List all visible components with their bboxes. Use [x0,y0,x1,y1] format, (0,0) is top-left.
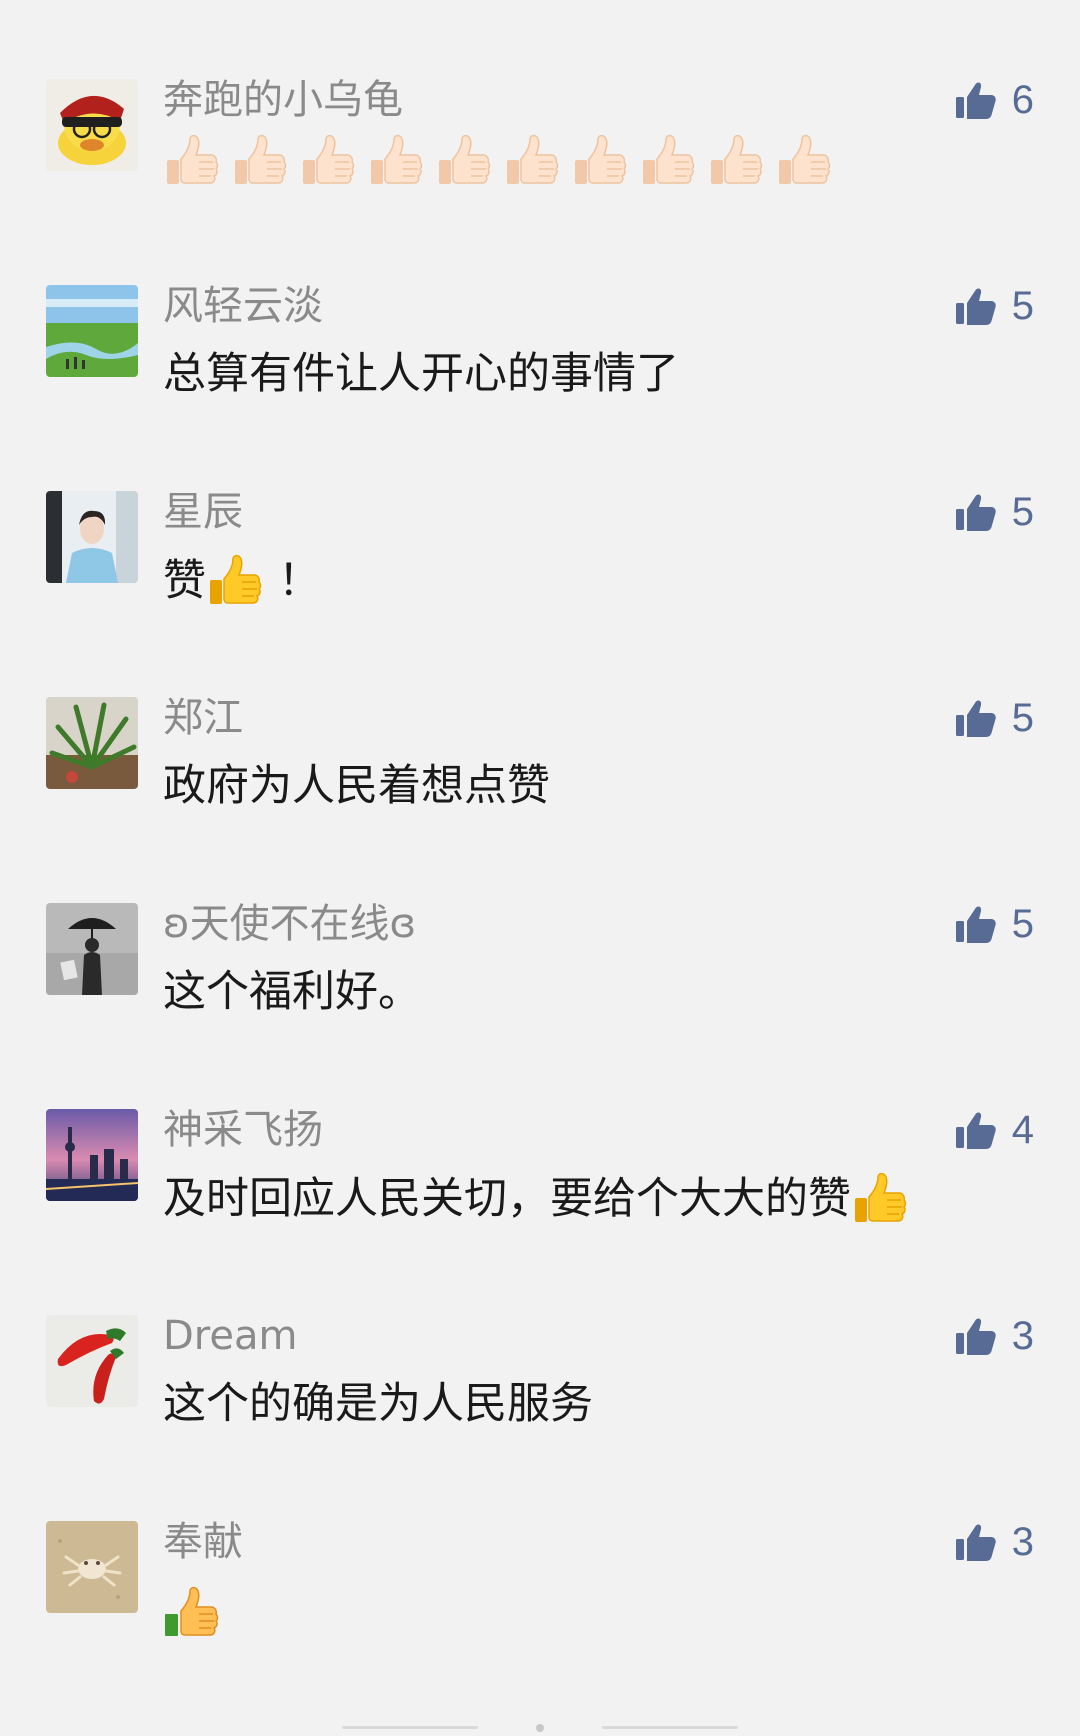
avatar[interactable] [46,1521,138,1613]
indicator-dot [536,1724,544,1732]
like-button[interactable]: 6 [954,74,1034,126]
like-count: 3 [1011,1313,1034,1358]
crab-on-sand-avatar-image [46,1521,138,1613]
thumbs-up-emoji [299,132,357,190]
like-button[interactable]: 3 [954,1310,1034,1362]
nickname[interactable]: 风轻云淡 [163,280,323,332]
thumbs-up-icon [954,78,998,122]
like-count: 5 [1011,489,1034,534]
comment-item: ʚ天使不在线ɞ 这个福利好。 5 [0,824,1080,1030]
nickname[interactable]: 星辰 [163,486,243,538]
like-count: 3 [1011,1519,1034,1564]
nickname[interactable]: ʚ天使不在线ɞ [163,898,416,950]
avatar[interactable] [46,1315,138,1407]
thumbs-up-emoji [503,132,561,190]
comment-content [163,1582,221,1642]
avatar[interactable] [46,79,138,171]
umbrella-avatar-image [46,903,138,995]
avatar[interactable] [46,903,138,995]
comment-text: ！ [278,556,321,606]
chili-pepper-avatar-image [46,1315,138,1407]
thumbs-up-emoji [206,552,264,610]
thumbs-up-emoji [639,132,697,190]
comment-item: 风轻云淡 总算有件让人开心的事情了 5 [0,206,1080,412]
nickname[interactable]: 奔跑的小乌龟 [163,74,403,126]
thumbs-up-icon [954,1108,998,1152]
like-button[interactable]: 5 [954,280,1034,332]
landscape-avatar-image [46,285,138,377]
indicator-segment [342,1726,478,1729]
comment-content: 及时回应人民关切，要给个大大的赞 [163,1170,909,1228]
thumbs-up-icon [954,1520,998,1564]
thumbs-up-icon [954,1314,998,1358]
like-button[interactable]: 5 [954,898,1034,950]
comment-content: 赞 ！ [163,552,321,610]
nickname[interactable]: 神采飞扬 [163,1104,323,1156]
thumbs-up-emoji [231,132,289,190]
page-indicator [0,1724,1080,1732]
like-count: 4 [1011,1107,1034,1152]
thumbs-up-emoji [163,132,221,190]
comment-item: 星辰 赞 ！ 5 [0,412,1080,618]
like-count: 5 [1011,283,1034,328]
thumbs-up-icon [954,490,998,534]
comment-item: Dream 这个的确是为人民服务 3 [0,1236,1080,1442]
city-skyline-avatar-image [46,1109,138,1201]
comment-text: 赞 [163,556,206,606]
like-count: 6 [1011,77,1034,122]
thumbs-up-emoji [707,132,765,190]
thumbs-up-icon [954,284,998,328]
comment-item: 郑江 政府为人民着想点赞 5 [0,618,1080,824]
comment-content: 政府为人民着想点赞 [163,761,550,811]
comment-content [163,132,833,190]
thumbs-up-emoji [775,132,833,190]
avatar[interactable] [46,491,138,583]
thumbs-up-emoji [435,132,493,190]
comment-item: 神采飞扬 及时回应人民关切，要给个大大的赞 4 [0,1030,1080,1236]
avatar[interactable] [46,1109,138,1201]
like-button[interactable]: 4 [954,1104,1034,1156]
like-button[interactable]: 5 [954,486,1034,538]
indicator-segment [602,1726,738,1729]
like-button[interactable]: 3 [954,1516,1034,1568]
comment-item: 奔跑的小乌龟 6 [0,0,1080,206]
comment-content: 这个的确是为人民服务 [163,1379,593,1429]
like-count: 5 [1011,901,1034,946]
like-count: 5 [1011,695,1034,740]
comment-content: 这个福利好。 [163,967,421,1017]
comment-item: 奉献 3 [0,1442,1080,1648]
comment-content: 总算有件让人开心的事情了 [163,349,679,399]
nickname[interactable]: 郑江 [163,692,243,744]
nickname[interactable]: Dream [163,1310,297,1362]
thumbs-up-icon [954,902,998,946]
like-button[interactable]: 5 [954,692,1034,744]
thumbs-up-emoji [367,132,425,190]
comment-text: 及时回应人民关切，要给个大大的赞 [163,1174,851,1224]
thumbs-up-emoji [571,132,629,190]
thumbs-up-emoji [163,1584,221,1642]
plant-avatar-image [46,697,138,789]
thumbs-up-icon [954,696,998,740]
avatar[interactable] [46,285,138,377]
thumbs-up-emoji [851,1170,909,1228]
nickname[interactable]: 奉献 [163,1516,243,1568]
avatar[interactable] [46,697,138,789]
portrait-avatar-image [46,491,138,583]
duck-avatar-image [46,79,138,171]
